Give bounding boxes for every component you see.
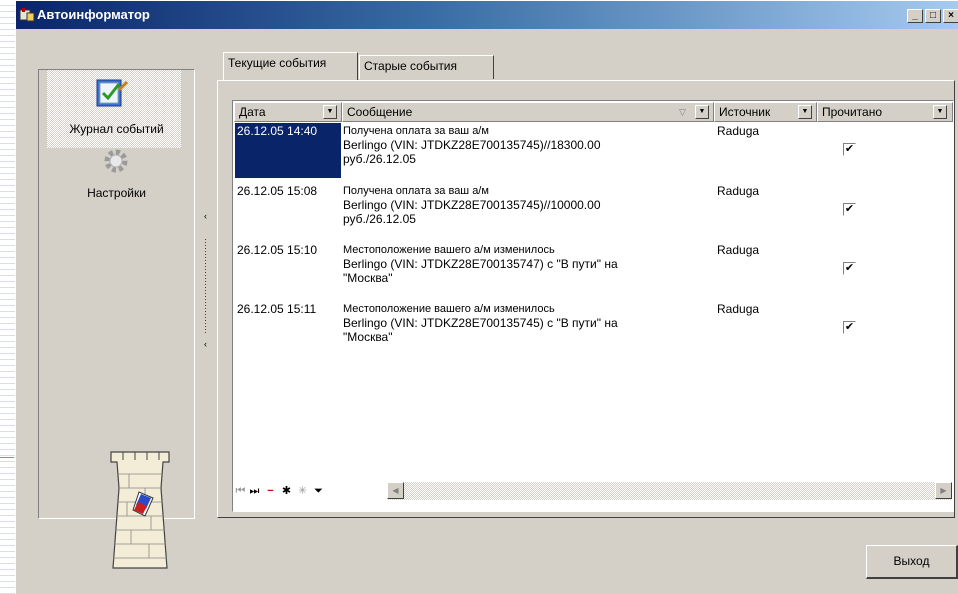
- sidebar-item-label: Журнал событий: [69, 122, 164, 136]
- filter-dropdown-icon[interactable]: ▼: [695, 105, 709, 119]
- collapse-left-icon[interactable]: ‹: [202, 211, 209, 221]
- table-row[interactable]: 26.12.05 15:10 Местоположение вашего а/м …: [233, 242, 953, 300]
- cell-source[interactable]: Raduga: [717, 184, 759, 198]
- insert-record-icon[interactable]: ✱: [280, 484, 293, 498]
- scroll-left-icon[interactable]: ◀: [387, 482, 404, 499]
- column-header-date[interactable]: Дата ▼: [234, 102, 342, 122]
- message-line: Berlingo (VIN: JTDKZ28E700135745) с "В п…: [343, 316, 618, 330]
- message-line: Berlingo (VIN: JTDKZ28E700135745)//18300…: [343, 138, 601, 152]
- filter-dropdown-icon[interactable]: ▼: [323, 105, 337, 119]
- window-controls: _ □ ×: [907, 9, 958, 23]
- cell-date[interactable]: 26.12.05 15:11: [235, 301, 341, 317]
- cell-message[interactable]: Местоположение вашего а/м изменилось Berl…: [343, 302, 711, 344]
- column-header-label: Сообщение: [347, 105, 413, 119]
- horizontal-scrollbar[interactable]: ◀ ▶: [387, 482, 952, 500]
- message-line: руб./26.12.05: [343, 152, 416, 166]
- column-header-message[interactable]: Сообщение ▽ ▼: [342, 102, 714, 122]
- sidebar-splitter[interactable]: ‹ ‹: [202, 211, 209, 361]
- message-line: руб./26.12.05: [343, 212, 416, 226]
- sort-icon: ▽: [679, 107, 686, 117]
- events-grid: Дата ▼ Сообщение ▽ ▼ Источник ▼ Прочитан…: [232, 100, 954, 512]
- message-line: Berlingo (VIN: JTDKZ28E700135745)//10000…: [343, 198, 601, 212]
- column-header-label: Дата: [239, 105, 266, 119]
- table-row[interactable]: 26.12.05 15:08 Получена оплата за ваш а/м…: [233, 183, 953, 241]
- last-record-icon[interactable]: ⏭: [248, 484, 261, 498]
- new-record-icon[interactable]: ✳: [296, 484, 309, 498]
- app-icon: [19, 8, 35, 22]
- filter-dropdown-icon[interactable]: ▼: [798, 105, 812, 119]
- read-checkbox[interactable]: ✔: [843, 203, 856, 216]
- message-line: Местоположение вашего а/м изменилось: [343, 244, 555, 256]
- cell-message[interactable]: Местоположение вашего а/м изменилось Berl…: [343, 243, 711, 285]
- cell-date[interactable]: 26.12.05 15:10: [235, 242, 341, 258]
- column-header-label: Источник: [719, 105, 771, 119]
- message-line: Berlingo (VIN: JTDKZ28E700135747) с "В п…: [343, 257, 618, 271]
- column-header-read[interactable]: Прочитано ▼: [817, 102, 953, 122]
- exit-button[interactable]: Выход: [866, 545, 958, 579]
- cell-source[interactable]: Raduga: [717, 124, 759, 138]
- message-line: Получена оплата за ваш а/м: [343, 185, 489, 197]
- cell-source[interactable]: Raduga: [717, 302, 759, 316]
- splitter-grip: [205, 239, 206, 333]
- message-line: Местоположение вашего а/м изменилось: [343, 303, 555, 315]
- sidebar: Журнал событий Настройки: [38, 69, 195, 569]
- filter-icon[interactable]: ⏷: [312, 484, 325, 498]
- filter-dropdown-icon[interactable]: ▼: [933, 105, 947, 119]
- tab-old-events[interactable]: Старые события: [359, 55, 494, 79]
- read-checkbox[interactable]: ✔: [843, 321, 856, 334]
- cell-source[interactable]: Raduga: [717, 243, 759, 257]
- tower-flag-logo: [110, 451, 170, 569]
- cell-date[interactable]: 26.12.05 14:40: [235, 123, 341, 178]
- cell-message[interactable]: Получена оплата за ваш а/м Berlingo (VIN:…: [343, 184, 711, 226]
- message-line: "Москва": [343, 271, 393, 285]
- sidebar-item-journal[interactable]: Журнал событий: [39, 70, 194, 150]
- sidebar-item-label: Настройки: [87, 186, 146, 200]
- cell-date[interactable]: 26.12.05 15:08: [235, 183, 341, 199]
- collapse-left-icon[interactable]: ‹: [202, 339, 209, 349]
- delete-record-icon[interactable]: −: [264, 484, 277, 498]
- journal-icon: [96, 79, 129, 107]
- tab-current-events[interactable]: Текущие события: [223, 52, 358, 80]
- message-line: "Москва": [343, 330, 393, 344]
- column-header-source[interactable]: Источник ▼: [714, 102, 817, 122]
- read-checkbox[interactable]: ✔: [843, 262, 856, 275]
- table-row[interactable]: 26.12.05 14:40 Получена оплата за ваш а/м…: [233, 123, 953, 181]
- gear-icon: [104, 149, 128, 173]
- background-rule-mark: [0, 457, 14, 458]
- window-title: Автоинформатор: [37, 7, 150, 22]
- column-header-label: Прочитано: [822, 105, 882, 119]
- record-navigator: ⏮ ⏭ − ✱ ✳ ⏷: [234, 482, 374, 500]
- table-row[interactable]: 26.12.05 15:11 Местоположение вашего а/м …: [233, 301, 953, 359]
- cell-message[interactable]: Получена оплата за ваш а/м Berlingo (VIN:…: [343, 124, 711, 166]
- close-button[interactable]: ×: [943, 9, 958, 23]
- title-bar[interactable]: Автоинформатор _ □ ×: [16, 1, 958, 29]
- minimize-button[interactable]: _: [907, 9, 923, 23]
- maximize-button[interactable]: □: [925, 9, 941, 23]
- first-record-icon[interactable]: ⏮: [234, 484, 247, 498]
- app-window: Автоинформатор _ □ × Журнал событий Наст…: [15, 0, 958, 594]
- sidebar-item-settings[interactable]: Настройки: [39, 146, 194, 210]
- message-line: Получена оплата за ваш а/м: [343, 125, 489, 137]
- scroll-right-icon[interactable]: ▶: [935, 482, 952, 499]
- read-checkbox[interactable]: ✔: [843, 143, 856, 156]
